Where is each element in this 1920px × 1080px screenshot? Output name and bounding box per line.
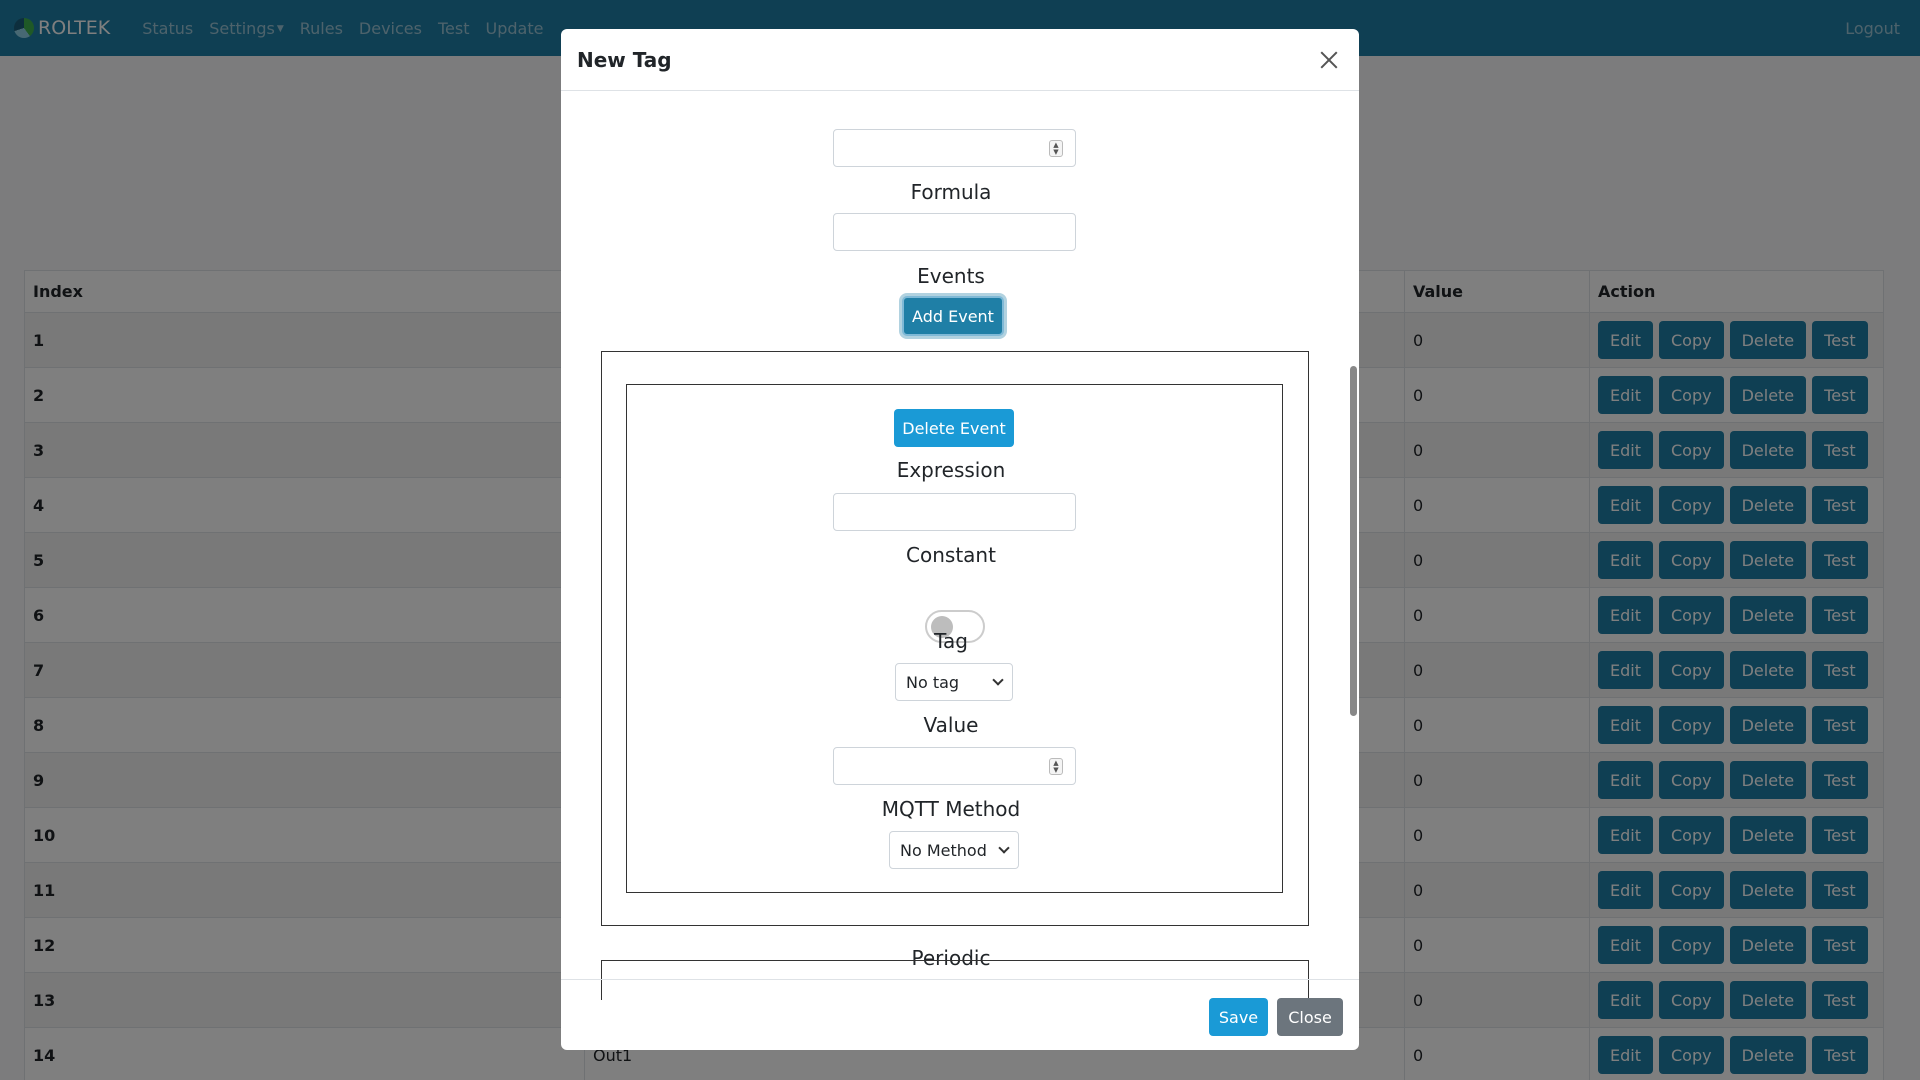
delete-event-button[interactable]: Delete Event [894, 409, 1014, 447]
modal-title: New Tag [577, 47, 672, 72]
tag-label: Tag [934, 629, 968, 653]
expression-label: Expression [896, 458, 1006, 482]
mqtt-select-value: No Method [900, 840, 987, 860]
value-label: Value [923, 713, 979, 737]
save-button[interactable]: Save [1209, 998, 1268, 1036]
tag-select-value: No tag [906, 672, 960, 692]
formula-input[interactable] [833, 213, 1076, 251]
spinner-icon[interactable]: ▲ ▼ [1049, 140, 1063, 157]
constant-label: Constant [906, 543, 996, 567]
tag-select[interactable]: No tag [895, 663, 1013, 701]
mqtt-method-label: MQTT Method [881, 797, 1021, 821]
spinner-icon[interactable]: ▲ ▼ [1049, 758, 1063, 775]
chevron-down-icon [998, 842, 1010, 854]
number-input-top[interactable]: ▲ ▼ [833, 129, 1076, 167]
formula-label: Formula [910, 180, 992, 204]
modal-body[interactable]: ▲ ▼ Formula Events Add Event Delete Event… [561, 91, 1359, 979]
mqtt-method-select[interactable]: No Method [889, 831, 1019, 869]
expression-input[interactable] [833, 493, 1076, 531]
close-button[interactable]: Close [1277, 998, 1343, 1036]
modal-header: New Tag [561, 29, 1359, 91]
modal-footer: Save Close [561, 979, 1359, 1050]
value-input[interactable]: ▲ ▼ [833, 747, 1076, 785]
chevron-down-icon [992, 674, 1004, 686]
close-icon[interactable] [1315, 46, 1343, 74]
add-event-button[interactable]: Add Event [902, 296, 1004, 336]
events-label: Events [917, 264, 985, 288]
new-tag-modal: New Tag ▲ ▼ Formula Events Add Event Dele… [561, 29, 1359, 1050]
modal-scrollbar[interactable] [1350, 366, 1357, 716]
